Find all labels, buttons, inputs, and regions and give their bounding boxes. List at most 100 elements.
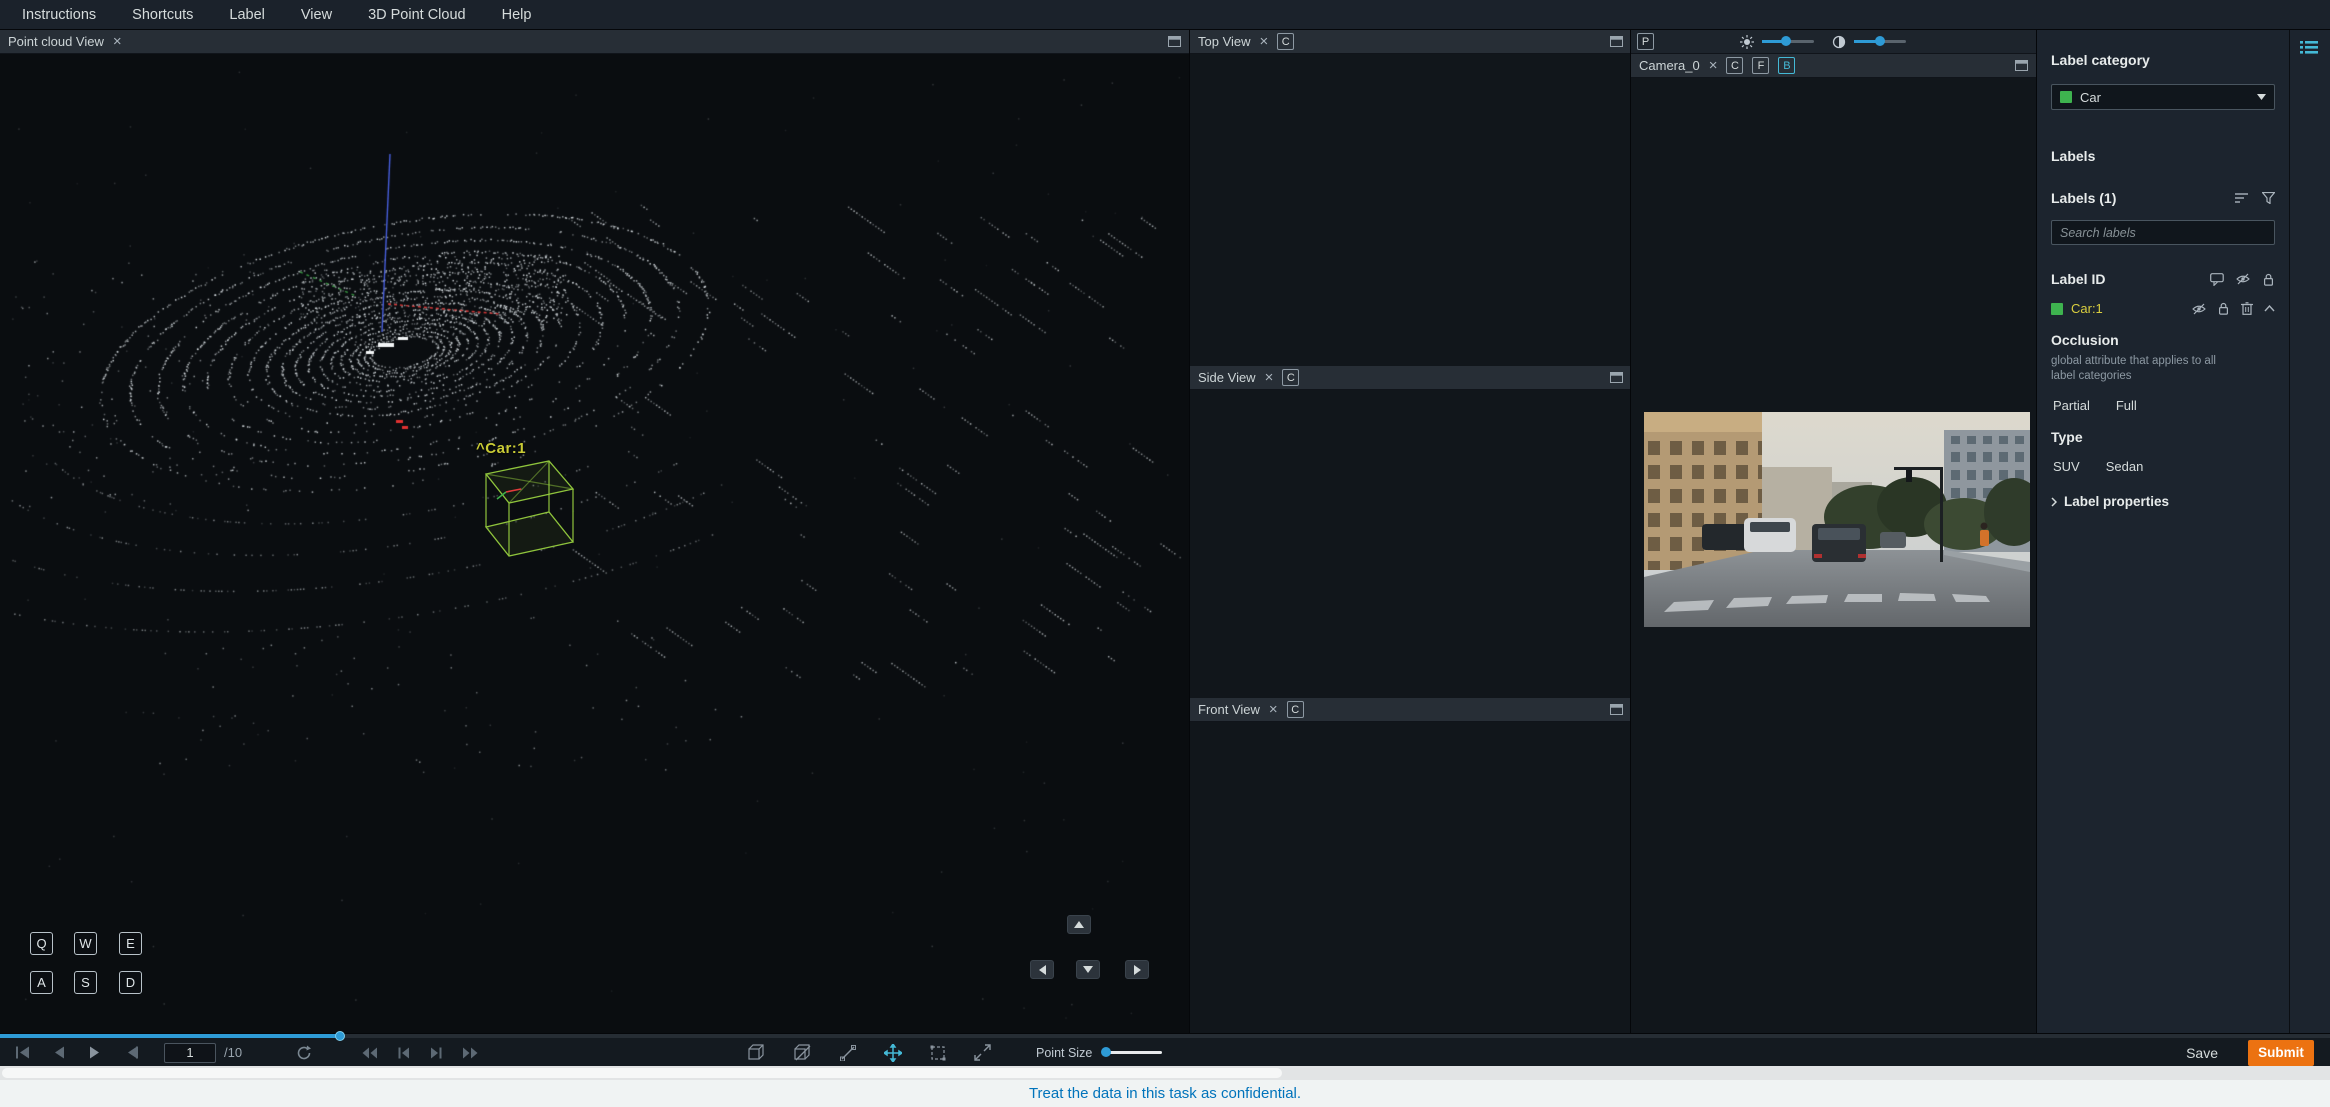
rotate-handle[interactable]: ^ xyxy=(476,440,485,457)
add-cuboid-icon[interactable] xyxy=(748,1044,766,1061)
annotation-label[interactable]: ^Car:1 xyxy=(476,440,526,457)
refresh-icon[interactable] xyxy=(296,1038,312,1067)
edit-line-icon[interactable] xyxy=(840,1044,856,1061)
popout-icon[interactable] xyxy=(2015,60,2028,71)
next-frame-icon[interactable] xyxy=(430,1047,442,1059)
type-option-sedan[interactable]: Sedan xyxy=(2106,459,2144,474)
occlusion-option-partial[interactable]: Partial xyxy=(2053,398,2090,413)
skip-to-last-icon[interactable] xyxy=(124,1046,138,1059)
label-properties-expander[interactable]: Label properties xyxy=(2051,494,2275,509)
popout-icon[interactable] xyxy=(1610,372,1623,383)
panel-list-icon[interactable] xyxy=(2300,40,2318,55)
top-view-camera-toggle[interactable]: C xyxy=(1277,33,1295,50)
brightness-slider[interactable] xyxy=(1762,36,1814,46)
occlusion-option-full[interactable]: Full xyxy=(2116,398,2137,413)
cuboid-from-camera-icon[interactable] xyxy=(794,1044,812,1061)
front-view-title: Front View xyxy=(1198,702,1260,717)
frame-total: /10 xyxy=(224,1045,243,1060)
occlusion-description: global attribute that applies to all lab… xyxy=(2051,355,2216,382)
pan-left-button[interactable] xyxy=(1030,960,1054,979)
key-a[interactable]: A xyxy=(30,971,53,994)
confidential-banner: Treat the data in this task as confident… xyxy=(0,1080,2330,1107)
popout-icon[interactable] xyxy=(1610,36,1623,47)
box-select-icon[interactable] xyxy=(930,1045,946,1061)
step-back-icon[interactable] xyxy=(54,1046,65,1059)
top-view-viewport[interactable] xyxy=(1190,54,1631,366)
menu-view[interactable]: View xyxy=(301,7,332,23)
menu-help[interactable]: Help xyxy=(502,7,532,23)
annotation-label-text: Car:1 xyxy=(485,440,527,457)
pan-up-button[interactable] xyxy=(1067,915,1091,934)
side-view-viewport[interactable] xyxy=(1190,390,1631,698)
search-labels-input[interactable] xyxy=(2051,220,2275,245)
point-size-slider[interactable] xyxy=(1101,1047,1163,1057)
close-icon[interactable]: × xyxy=(1269,702,1278,717)
collapse-label-icon[interactable] xyxy=(2264,302,2275,315)
label-category-select[interactable]: Car xyxy=(2051,84,2275,110)
category-color-swatch xyxy=(2060,91,2072,103)
menu-3d-point-cloud[interactable]: 3D Point Cloud xyxy=(368,7,466,23)
projection-toggle[interactable]: P xyxy=(1637,33,1654,50)
side-view-title: Side View xyxy=(1198,370,1256,385)
camera-toggle-c[interactable]: C xyxy=(1726,57,1744,74)
camera-title: Camera_0 xyxy=(1639,58,1700,73)
key-e[interactable]: E xyxy=(119,932,142,955)
playback-toolbar: /10 Point Size Save Submit xyxy=(0,1031,2330,1067)
frame-seek-bar[interactable] xyxy=(0,1031,2330,1041)
top-view-title: Top View xyxy=(1198,34,1251,49)
close-icon[interactable]: × xyxy=(1260,34,1269,49)
front-view-viewport[interactable] xyxy=(1190,722,1631,1033)
occlusion-title: Occlusion xyxy=(2051,332,2119,348)
key-q[interactable]: Q xyxy=(30,932,53,955)
menu-label[interactable]: Label xyxy=(229,7,264,23)
filter-icon[interactable] xyxy=(2262,192,2275,204)
frame-number-input[interactable] xyxy=(164,1042,216,1063)
fast-forward-icon[interactable] xyxy=(462,1047,478,1059)
brightness-icon xyxy=(1740,34,1754,49)
skip-to-first-icon[interactable] xyxy=(16,1046,30,1059)
hide-label-icon[interactable] xyxy=(2192,302,2206,315)
move-tool-icon[interactable] xyxy=(884,1043,902,1062)
chevron-right-icon xyxy=(2051,496,2057,507)
contrast-slider[interactable] xyxy=(1854,36,1906,46)
car-bounding-box[interactable] xyxy=(0,54,1189,1033)
close-icon[interactable]: × xyxy=(1265,370,1274,385)
close-icon[interactable]: × xyxy=(1709,58,1718,73)
camera-column: P Camera_0 × C F B xyxy=(1630,30,2036,1033)
camera-image[interactable] xyxy=(1644,412,2030,627)
camera-toggle-b[interactable]: B xyxy=(1778,57,1796,74)
delete-label-icon[interactable] xyxy=(2241,302,2253,315)
submit-button[interactable]: Submit xyxy=(2248,1039,2314,1066)
save-button[interactable]: Save xyxy=(2186,1045,2218,1061)
front-view-camera-toggle[interactable]: C xyxy=(1286,701,1304,718)
point-cloud-header: Point cloud View × xyxy=(0,30,1189,54)
key-w[interactable]: W xyxy=(74,932,97,955)
label-row-car1[interactable]: Car:1 xyxy=(2051,301,2275,316)
popout-icon[interactable] xyxy=(1610,704,1623,715)
hide-all-icon[interactable] xyxy=(2236,273,2250,286)
label-id-heading: Label ID xyxy=(2051,271,2106,287)
fast-rewind-icon[interactable] xyxy=(362,1047,378,1059)
point-cloud-panel: Point cloud View × ^Car:1 Q W E A S D xyxy=(0,30,1189,1033)
play-icon[interactable] xyxy=(89,1046,100,1059)
lock-all-icon[interactable] xyxy=(2262,273,2275,286)
side-view-camera-toggle[interactable]: C xyxy=(1282,369,1300,386)
key-s[interactable]: S xyxy=(74,971,97,994)
previous-frame-icon[interactable] xyxy=(398,1047,410,1059)
menu-instructions[interactable]: Instructions xyxy=(22,7,96,23)
pan-right-button[interactable] xyxy=(1125,960,1149,979)
annotation-bubble-icon[interactable] xyxy=(2210,272,2224,286)
label-sidebar: Label category Car Labels Labels (1) Lab… xyxy=(2036,30,2289,1033)
fullscreen-icon[interactable] xyxy=(974,1044,991,1061)
pan-down-button[interactable] xyxy=(1076,960,1100,979)
type-option-suv[interactable]: SUV xyxy=(2053,459,2080,474)
lock-label-icon[interactable] xyxy=(2217,302,2230,315)
point-size-label: Point Size xyxy=(1036,1045,1093,1060)
sort-icon[interactable] xyxy=(2235,192,2249,204)
horizontal-scrollbar[interactable] xyxy=(0,1066,2330,1080)
menu-shortcuts[interactable]: Shortcuts xyxy=(132,7,193,23)
close-icon[interactable]: × xyxy=(113,34,122,49)
camera-toggle-f[interactable]: F xyxy=(1752,57,1770,74)
popout-icon[interactable] xyxy=(1168,36,1181,47)
key-d[interactable]: D xyxy=(119,971,142,994)
